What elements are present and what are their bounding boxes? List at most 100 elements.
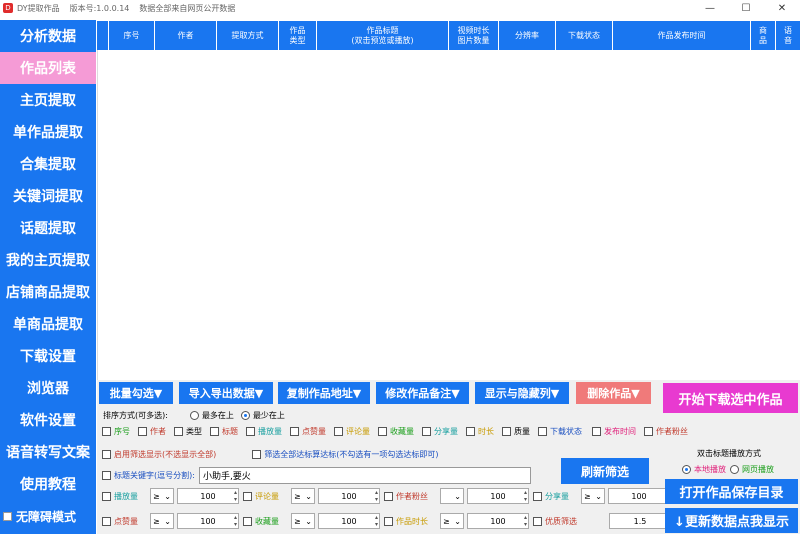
copy-url-button[interactable]: 复制作品地址▼	[278, 382, 370, 404]
threshold-comment-operator[interactable]: ≥ ⌄	[291, 488, 315, 504]
header-product[interactable]: 商 品	[751, 21, 776, 50]
all-match-checkbox[interactable]	[252, 450, 262, 459]
show-hide-columns-button[interactable]: 显示与隐藏列▼	[475, 382, 569, 404]
sort-most-option[interactable]: 最多在上	[189, 410, 234, 421]
sort-most-radio[interactable]	[189, 411, 199, 420]
threshold-like-checkbox[interactable]	[102, 516, 111, 526]
threshold-comment-option[interactable]: 评论量	[243, 491, 287, 502]
threshold-like-input[interactable]: 100	[177, 513, 239, 529]
column-option[interactable]: 类型	[174, 426, 202, 437]
sort-least-option[interactable]: 最少在上	[240, 410, 285, 421]
threshold-fans-checkbox[interactable]	[384, 491, 393, 501]
threshold-duration-option[interactable]: 作品时长	[384, 516, 436, 527]
sidebar-item-collection-extract[interactable]: 合集提取	[0, 148, 96, 180]
sidebar-item-tutorial[interactable]: 使用教程	[0, 468, 96, 500]
column-checkbox[interactable]	[174, 427, 183, 436]
maximize-button[interactable]: ☐	[728, 0, 764, 16]
header-work-type[interactable]: 作品 类型	[279, 21, 317, 50]
threshold-quality-checkbox[interactable]	[533, 516, 542, 526]
threshold-fans-operator[interactable]: ⌄	[440, 488, 464, 504]
play-web-radio[interactable]	[730, 465, 739, 474]
column-option[interactable]: 时长	[466, 426, 494, 437]
threshold-share-operator[interactable]: ≥ ⌄	[581, 488, 605, 504]
column-checkbox[interactable]	[334, 427, 343, 436]
threshold-collect-checkbox[interactable]	[243, 516, 252, 526]
play-web-option[interactable]: 网页播放	[730, 464, 774, 475]
column-checkbox[interactable]	[538, 427, 547, 436]
column-option[interactable]: 收藏量	[378, 426, 414, 437]
threshold-share-checkbox[interactable]	[533, 491, 542, 501]
enable-filter-checkbox[interactable]	[102, 450, 111, 459]
threshold-like-option[interactable]: 点赞量	[102, 516, 146, 527]
sidebar-item-shop-products-extract[interactable]: 店铺商品提取	[0, 276, 96, 308]
column-checkbox[interactable]	[102, 427, 111, 436]
header-duration[interactable]: 视频时长 图片数量	[449, 21, 499, 50]
accessibility-checkbox-box[interactable]	[3, 511, 12, 521]
column-option[interactable]: 作者粉丝	[644, 426, 688, 437]
accessibility-mode-checkbox[interactable]: 无障碍模式	[0, 500, 96, 532]
header-resolution[interactable]: 分辨率	[499, 21, 556, 50]
column-option[interactable]: 质量	[502, 426, 530, 437]
column-option[interactable]: 下载状态	[538, 426, 582, 437]
header-author[interactable]: 作者	[155, 21, 217, 50]
minimize-button[interactable]: —	[692, 0, 728, 16]
import-export-button[interactable]: 导入导出数据▼	[179, 382, 273, 404]
threshold-collect-operator[interactable]: ≥ ⌄	[291, 513, 315, 529]
column-checkbox[interactable]	[592, 427, 601, 436]
close-button[interactable]: ✕	[764, 0, 800, 16]
works-table-body[interactable]	[97, 50, 800, 380]
column-checkbox[interactable]	[644, 427, 653, 436]
column-checkbox[interactable]	[210, 427, 219, 436]
column-checkbox[interactable]	[378, 427, 387, 436]
column-option[interactable]: 标题	[210, 426, 238, 437]
edit-note-button[interactable]: 修改作品备注▼	[376, 382, 469, 404]
threshold-play-checkbox[interactable]	[102, 491, 111, 501]
threshold-share-input[interactable]: 100	[608, 488, 670, 504]
sidebar-item-works-list[interactable]: 作品列表	[0, 52, 96, 84]
header-publish-time[interactable]: 作品发布时间	[613, 21, 751, 50]
column-option[interactable]: 发布时间	[592, 426, 636, 437]
update-data-button[interactable]: ↓更新数据点我显示	[665, 508, 798, 533]
sidebar-item-browser[interactable]: 浏览器	[0, 372, 96, 404]
threshold-collect-input[interactable]: 100	[318, 513, 380, 529]
threshold-play-option[interactable]: 播放量	[102, 491, 146, 502]
sort-least-radio[interactable]	[240, 411, 250, 420]
sidebar-item-speech-to-text[interactable]: 语音转写文案	[0, 436, 96, 468]
sidebar-item-analysis[interactable]: 分析数据	[0, 20, 96, 52]
threshold-duration-checkbox[interactable]	[384, 516, 393, 526]
sidebar-item-single-product-extract[interactable]: 单商品提取	[0, 308, 96, 340]
threshold-quality-option[interactable]: 优质筛选	[533, 516, 605, 527]
threshold-play-input[interactable]: 100	[177, 488, 239, 504]
sidebar-item-homepage-extract[interactable]: 主页提取	[0, 84, 96, 116]
threshold-share-option[interactable]: 分享量	[533, 491, 577, 502]
column-option[interactable]: 作者	[138, 426, 166, 437]
header-row-selector[interactable]	[97, 21, 109, 50]
delete-works-button[interactable]: 删除作品▼	[576, 382, 651, 404]
sidebar-item-software-settings[interactable]: 软件设置	[0, 404, 96, 436]
column-option[interactable]: 播放量	[246, 426, 282, 437]
column-checkbox[interactable]	[138, 427, 147, 436]
column-checkbox[interactable]	[290, 427, 299, 436]
keyword-input[interactable]: 小助手,要火	[198, 467, 531, 484]
sidebar-item-topic-extract[interactable]: 话题提取	[0, 212, 96, 244]
column-checkbox[interactable]	[246, 427, 255, 436]
column-option[interactable]: 点赞量	[290, 426, 326, 437]
threshold-fans-input[interactable]: 100	[467, 488, 529, 504]
threshold-quality-input[interactable]: 1.5	[609, 513, 671, 529]
column-option[interactable]: 分享量	[422, 426, 458, 437]
enable-filter-option[interactable]: 启用筛选显示(不选显示全部)	[102, 449, 216, 460]
threshold-comment-input[interactable]: 100	[318, 488, 380, 504]
threshold-duration-operator[interactable]: ≥ ⌄	[440, 513, 464, 529]
header-download-status[interactable]: 下载状态	[556, 21, 613, 50]
column-checkbox[interactable]	[422, 427, 431, 436]
column-checkbox[interactable]	[466, 427, 475, 436]
header-voice[interactable]: 语 音	[776, 21, 800, 50]
play-local-radio[interactable]	[682, 465, 691, 474]
sidebar-item-download-settings[interactable]: 下载设置	[0, 340, 96, 372]
open-save-dir-button[interactable]: 打开作品保存目录	[665, 479, 798, 504]
threshold-play-operator[interactable]: ≥ ⌄	[150, 488, 174, 504]
column-option[interactable]: 评论量	[334, 426, 370, 437]
batch-select-button[interactable]: 批量勾选▼	[99, 382, 173, 404]
header-extract-method[interactable]: 提取方式	[217, 21, 279, 50]
sidebar-item-keyword-extract[interactable]: 关键词提取	[0, 180, 96, 212]
